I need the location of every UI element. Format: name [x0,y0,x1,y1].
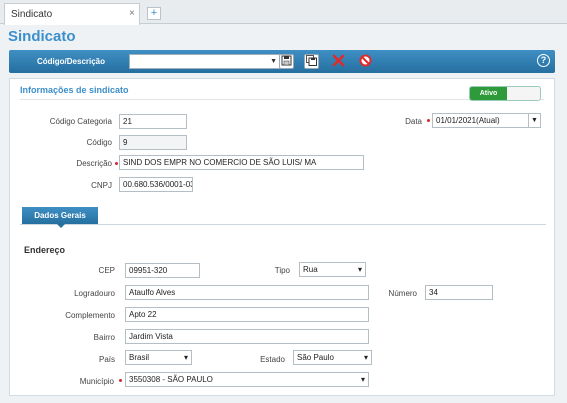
required-marker [427,119,430,122]
data-select[interactable]: 01/01/2021(Atual) ▼ [432,113,541,128]
status-toggle-label: Ativo [470,87,507,100]
codigo-categoria-label: Código Categoria [49,117,112,126]
estado-value: São Paulo [297,353,334,362]
chevron-down-icon: ▾ [183,353,188,362]
complemento-field[interactable]: Apto 22 [125,307,369,322]
complemento-label: Complemento [65,311,115,320]
close-icon[interactable]: × [129,8,135,19]
chevron-down-icon: ▼ [270,58,277,65]
logradouro-field[interactable]: Ataulfo Alves [125,285,369,300]
chevron-down-icon[interactable]: ▼ [528,113,541,128]
numero-label: Número [388,289,417,298]
cep-field[interactable]: 09951-320 [125,263,200,278]
tipo-select[interactable]: Rua ▾ [299,262,366,277]
codigo-categoria-field[interactable]: 21 [119,114,187,129]
required-marker [115,162,118,165]
cnpj-field[interactable]: 00.680.536/0001-03 [119,177,193,192]
municipio-select[interactable]: 3550308 - SÃO PAULO ▾ [125,372,369,387]
chevron-down-icon: ▾ [360,375,365,384]
subtab-divider [20,224,546,225]
tipo-label: Tipo [274,266,290,275]
cnpj-label: CNPJ [91,181,112,190]
section-divider [20,99,544,100]
page-title: Sindicato [8,28,76,45]
toolbar: Código/Descrição ▼ ? [9,50,555,73]
descricao-label: Descrição [76,159,112,168]
status-toggle[interactable]: Ativo [469,86,541,101]
codigo-field[interactable]: 9 [119,135,187,150]
logradouro-label: Logradouro [74,289,115,298]
data-label: Data [405,117,422,126]
codigo-label: Código [86,138,112,147]
pais-value: Brasil [129,353,150,362]
search-label: Código/Descrição [37,57,106,66]
save-icon[interactable] [279,54,294,69]
tab-bar: Sindicato × + [0,0,567,25]
search-select[interactable]: ▼ [129,54,281,69]
active-tab-caret [57,224,65,228]
delete-icon[interactable] [331,54,346,69]
data-value: 01/01/2021(Atual) [436,116,500,125]
descricao-field[interactable]: SIND DOS EMPR NO COMERCIO DE SÃO LUIS/ M… [119,155,364,170]
pais-select[interactable]: Brasil ▾ [125,350,192,365]
tab-dados-gerais[interactable]: Dados Gerais [22,207,98,224]
chevron-down-icon: ▾ [357,265,362,274]
pais-label: País [98,355,115,364]
chevron-down-icon: ▾ [363,353,368,362]
estado-select[interactable]: São Paulo ▾ [293,350,372,365]
estado-label: Estado [260,355,285,364]
endereco-title: Endereço [24,245,66,255]
municipio-label: Município [79,377,114,386]
section-title: Informações de sindicato [20,85,129,95]
save-as-icon[interactable] [304,54,319,69]
bairro-field[interactable]: Jardim Vista [125,329,369,344]
cep-label: CEP [98,266,115,275]
cancel-icon[interactable] [358,54,373,69]
tab-label: Sindicato [11,9,53,20]
tipo-value: Rua [303,265,318,274]
help-icon[interactable]: ? [537,54,550,67]
required-marker [119,379,122,382]
municipio-value: 3550308 - SÃO PAULO [129,375,213,384]
bairro-label: Bairro [93,333,115,342]
tab-sindicato[interactable]: Sindicato × [4,3,140,25]
numero-field[interactable]: 34 [425,285,493,300]
add-tab-button[interactable]: + [147,7,161,20]
